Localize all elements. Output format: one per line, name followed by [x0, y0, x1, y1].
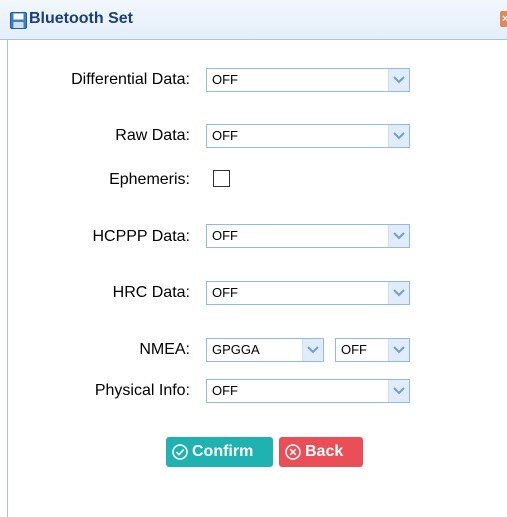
dialog-title-bar: Bluetooth Set × [0, 0, 507, 40]
nmea-rate-select[interactable]: OFF [335, 338, 410, 362]
chevron-down-icon[interactable] [388, 282, 409, 304]
nmea-label: NMEA: [139, 341, 190, 358]
differential-data-select[interactable]: OFF [206, 68, 410, 92]
dialog-left-border [7, 40, 8, 517]
hcppp-data-select[interactable]: OFF [206, 224, 410, 248]
hrc-data-label: HRC Data: [112, 284, 190, 301]
nmea-rate-value: OFF [341, 342, 367, 357]
nmea-type-select[interactable]: GPGGA [206, 338, 324, 362]
physical-info-select[interactable]: OFF [206, 379, 410, 403]
close-icon[interactable]: × [500, 11, 507, 27]
differential-data-value: OFF [212, 72, 238, 87]
physical-info-value: OFF [212, 383, 238, 398]
nmea-type-value: GPGGA [212, 342, 260, 357]
chevron-down-icon[interactable] [388, 339, 409, 361]
ephemeris-checkbox[interactable] [213, 170, 230, 187]
x-circle-icon [285, 444, 301, 460]
ephemeris-label: Ephemeris: [109, 171, 190, 188]
floppy-disk-icon [10, 12, 27, 29]
chevron-down-icon[interactable] [388, 125, 409, 147]
check-circle-icon [172, 444, 188, 460]
confirm-button[interactable]: Confirm [166, 437, 273, 467]
back-label: Back [305, 443, 344, 460]
physical-info-label: Physical Info: [94, 382, 190, 399]
dialog-title: Bluetooth Set [29, 10, 133, 27]
bluetooth-set-dialog: Bluetooth Set × Differential Data: OFF R… [0, 0, 507, 517]
raw-data-label: Raw Data: [115, 127, 190, 144]
hcppp-data-value: OFF [212, 228, 238, 243]
chevron-down-icon[interactable] [388, 225, 409, 247]
raw-data-value: OFF [212, 128, 238, 143]
hrc-data-value: OFF [212, 285, 238, 300]
chevron-down-icon[interactable] [302, 339, 323, 361]
raw-data-select[interactable]: OFF [206, 124, 410, 148]
chevron-down-icon[interactable] [388, 69, 409, 91]
hcppp-data-label: HCPPP Data: [92, 228, 190, 245]
confirm-label: Confirm [192, 443, 254, 460]
chevron-down-icon[interactable] [388, 380, 409, 402]
hrc-data-select[interactable]: OFF [206, 281, 410, 305]
back-button[interactable]: Back [279, 437, 363, 467]
differential-data-label: Differential Data: [71, 71, 190, 88]
